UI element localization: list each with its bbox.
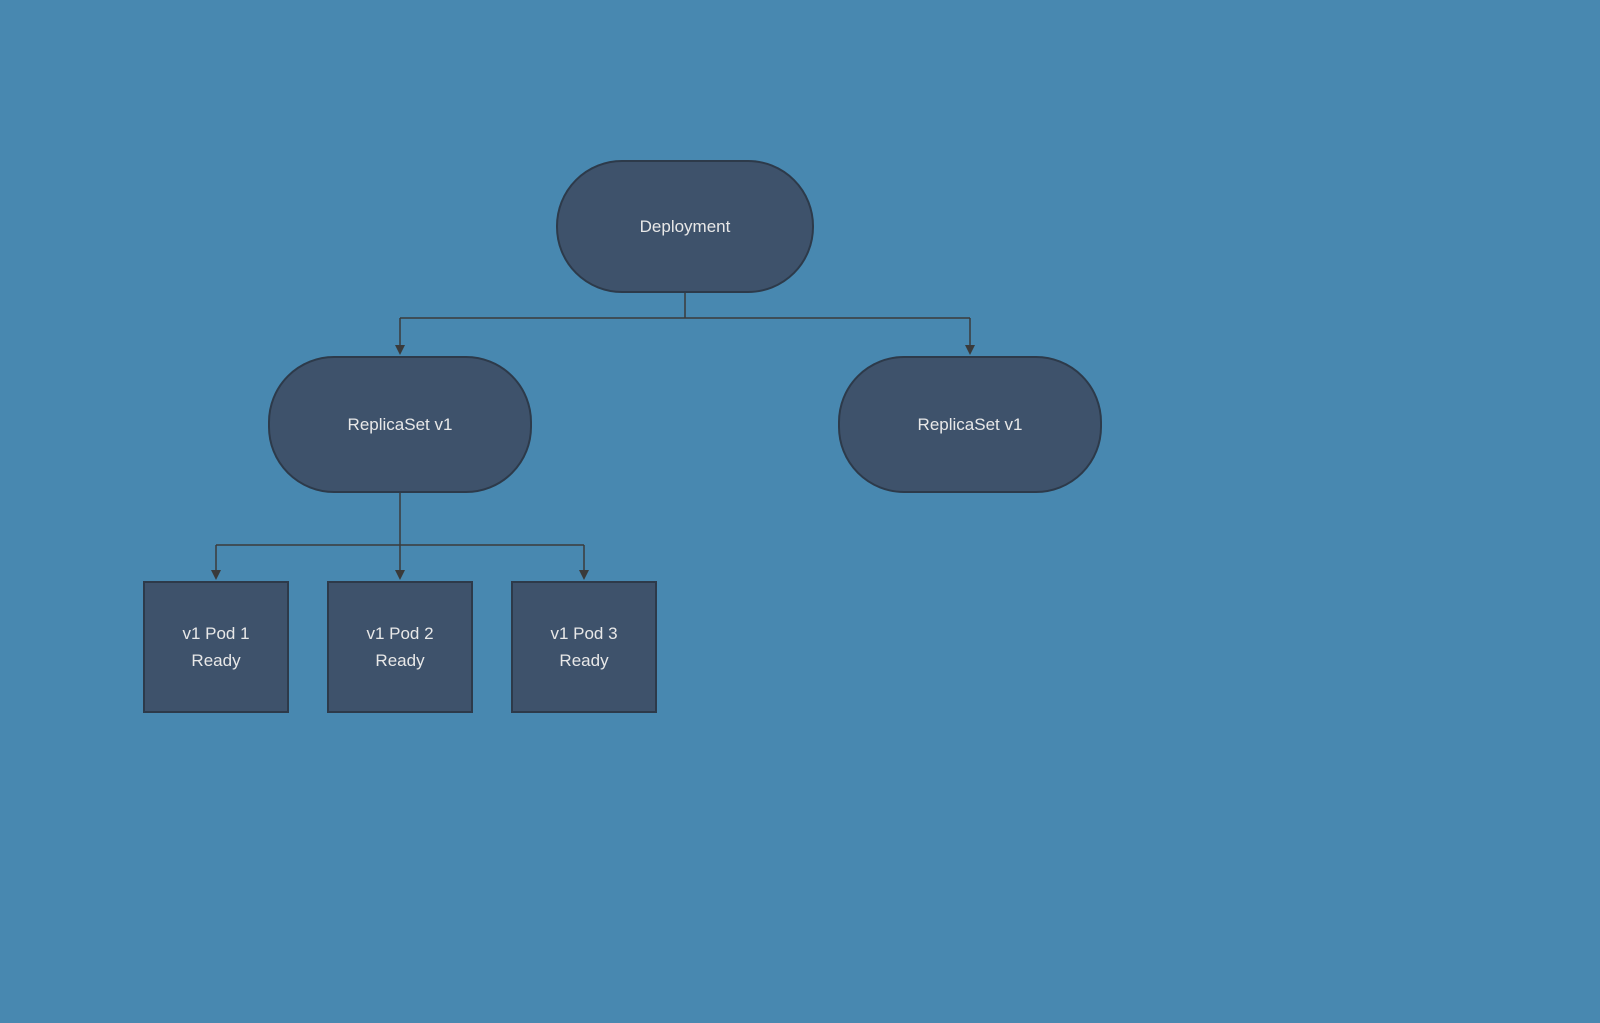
pod2-node: v1 Pod 2 Ready bbox=[327, 581, 473, 713]
diagram-connectors bbox=[0, 0, 1600, 1023]
pod3-title: v1 Pod 3 bbox=[550, 620, 617, 647]
replicaset-left-label: ReplicaSet v1 bbox=[348, 411, 453, 438]
replicaset-right-label: ReplicaSet v1 bbox=[918, 411, 1023, 438]
deployment-node: Deployment bbox=[556, 160, 814, 293]
pod1-node: v1 Pod 1 Ready bbox=[143, 581, 289, 713]
deployment-label: Deployment bbox=[640, 213, 731, 240]
pod2-title: v1 Pod 2 bbox=[366, 620, 433, 647]
pod3-status: Ready bbox=[559, 647, 608, 674]
replicaset-right-node: ReplicaSet v1 bbox=[838, 356, 1102, 493]
pod1-title: v1 Pod 1 bbox=[182, 620, 249, 647]
replicaset-left-node: ReplicaSet v1 bbox=[268, 356, 532, 493]
pod1-status: Ready bbox=[191, 647, 240, 674]
pod2-status: Ready bbox=[375, 647, 424, 674]
pod3-node: v1 Pod 3 Ready bbox=[511, 581, 657, 713]
